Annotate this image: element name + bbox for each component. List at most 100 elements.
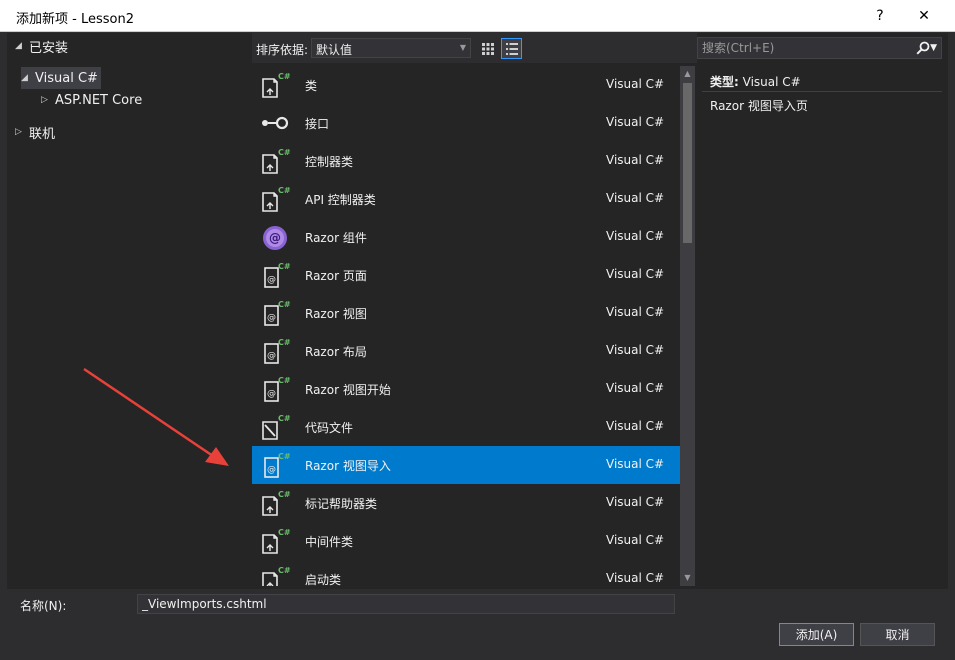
sort-label: 排序依据: (256, 43, 309, 57)
item-name: 中间件类 (305, 535, 354, 549)
list-item[interactable]: @ C# Razor 布局 Visual C# (252, 332, 680, 370)
item-name: 标记帮助器类 (305, 497, 378, 511)
close-button[interactable]: ✕ (901, 0, 947, 32)
list-item[interactable]: @ C# Razor 视图 Visual C# (252, 294, 680, 332)
detail-description: Razor 视图导入页 (710, 99, 808, 113)
svg-text:C#: C# (278, 262, 291, 271)
add-button[interactable]: 添加(A) (779, 623, 854, 646)
item-name: Razor 组件 (305, 231, 367, 245)
razor-file-icon: @ C# (260, 337, 292, 365)
svg-text:C#: C# (278, 452, 291, 461)
list-item[interactable]: @ C# Razor 视图开始 Visual C# (252, 370, 680, 408)
title-bar: 添加新项 - Lesson2 ? ✕ (0, 0, 955, 32)
item-language: Visual C# (606, 419, 665, 433)
svg-text:C#: C# (278, 300, 291, 309)
grid-view-button[interactable] (477, 38, 498, 59)
search-icon (916, 41, 930, 55)
class-icon: C# (260, 489, 292, 517)
svg-text:@: @ (267, 389, 276, 399)
list-item[interactable]: C# 标记帮助器类 Visual C# (252, 484, 680, 522)
list-item[interactable]: C# 类 Visual C# (252, 66, 680, 104)
collapse-arrow-icon: ◢ (15, 41, 22, 51)
list-item[interactable]: @ Razor 组件 Visual C# (252, 218, 680, 256)
list-view-button[interactable] (501, 38, 522, 59)
razor-file-icon: @ C# (260, 261, 292, 289)
item-language: Visual C# (606, 153, 665, 167)
item-name: Razor 视图 (305, 307, 367, 321)
help-button[interactable]: ? (857, 0, 903, 32)
scroll-down-arrow-icon[interactable]: ▼ (680, 570, 695, 586)
class-icon: C# (260, 565, 292, 586)
item-name: 接口 (305, 117, 330, 131)
detail-type-label: 类型: (710, 75, 739, 89)
list-scrollbar[interactable]: ▲ ▼ (680, 66, 695, 586)
item-name: 代码文件 (305, 421, 354, 435)
expand-arrow-icon: ▷ (15, 127, 22, 137)
item-name: 类 (305, 79, 318, 93)
list-item[interactable]: @ C# Razor 页面 Visual C# (252, 256, 680, 294)
search-box[interactable]: ▼ (697, 37, 942, 59)
scroll-thumb[interactable] (683, 83, 692, 243)
list-view-icon (505, 42, 518, 55)
grid-view-icon (481, 42, 494, 55)
item-language: Visual C# (606, 77, 665, 91)
detail-type: 类型: Visual C# (710, 73, 801, 90)
sort-dropdown[interactable]: 默认值 ▼ (311, 38, 471, 58)
item-language: Visual C# (606, 305, 665, 319)
tree-item-label: 已安装 (29, 40, 69, 56)
collapse-arrow-icon: ◢ (21, 73, 28, 83)
template-tree: ◢ 已安装 ◢ Visual C# ▷ ASP.NET Core ▷ 联机 (7, 33, 247, 589)
sort-value: 默认值 (316, 43, 353, 57)
tree-item-aspnet-core[interactable]: ▷ ASP.NET Core (41, 89, 142, 111)
svg-text:C#: C# (278, 72, 291, 81)
detail-type-value: Visual C# (742, 75, 801, 89)
razor-file-icon: @ C# (260, 451, 292, 479)
list-item[interactable]: C# 启动类 Visual C# (252, 560, 680, 586)
cancel-button[interactable]: 取消 (860, 623, 935, 646)
tree-item-label: Visual C# (35, 70, 98, 86)
sort-toolbar: 排序依据: 默认值 ▼ (252, 33, 697, 63)
template-list: C# 类 Visual C# 接口 Visual C# C# 控制器类 Visual C# C#… (252, 66, 680, 586)
search-options-arrow-icon: ▼ (930, 43, 937, 53)
list-item[interactable]: 接口 Visual C# (252, 104, 680, 142)
svg-text:C#: C# (278, 528, 291, 537)
code-file-icon: C# (260, 413, 292, 441)
razor-file-icon: @ C# (260, 299, 292, 327)
item-language: Visual C# (606, 381, 665, 395)
name-input[interactable] (137, 594, 675, 614)
item-name: 控制器类 (305, 155, 354, 169)
list-item[interactable]: @ C# Razor 视图导入 Visual C# (252, 446, 680, 484)
list-item[interactable]: C# 代码文件 Visual C# (252, 408, 680, 446)
list-item[interactable]: C# 控制器类 Visual C# (252, 142, 680, 180)
item-name: Razor 视图开始 (305, 383, 391, 397)
item-language: Visual C# (606, 457, 665, 471)
item-name: API 控制器类 (305, 193, 376, 207)
tree-item-installed[interactable]: ◢ 已安装 (15, 35, 68, 57)
search-button[interactable]: ▼ (911, 40, 937, 56)
item-name: Razor 页面 (305, 269, 367, 283)
svg-text:C#: C# (278, 414, 291, 423)
tree-item-label: ASP.NET Core (55, 92, 143, 108)
tree-item-online[interactable]: ▷ 联机 (15, 121, 55, 143)
interface-icon (260, 109, 292, 137)
svg-text:@: @ (269, 231, 281, 245)
item-language: Visual C# (606, 191, 665, 205)
svg-text:C#: C# (278, 376, 291, 385)
item-name: Razor 视图导入 (305, 459, 391, 473)
item-language: Visual C# (606, 495, 665, 509)
scroll-up-arrow-icon[interactable]: ▲ (680, 66, 695, 82)
class-icon: C# (260, 71, 292, 99)
razor-file-icon: @ C# (260, 375, 292, 403)
dropdown-arrow-icon: ▼ (459, 43, 466, 52)
tree-item-visual-csharp[interactable]: ◢ Visual C# (21, 67, 101, 89)
search-input[interactable] (702, 40, 907, 56)
item-language: Visual C# (606, 115, 665, 129)
svg-text:C#: C# (278, 148, 291, 157)
item-language: Visual C# (606, 229, 665, 243)
details-panel: 类型: Visual C# Razor 视图导入页 (697, 66, 948, 586)
list-item[interactable]: C# 中间件类 Visual C# (252, 522, 680, 560)
item-name: 启动类 (305, 573, 342, 586)
window-title: 添加新项 - Lesson2 (16, 12, 134, 27)
svg-text:C#: C# (278, 186, 291, 195)
list-item[interactable]: C# API 控制器类 Visual C# (252, 180, 680, 218)
